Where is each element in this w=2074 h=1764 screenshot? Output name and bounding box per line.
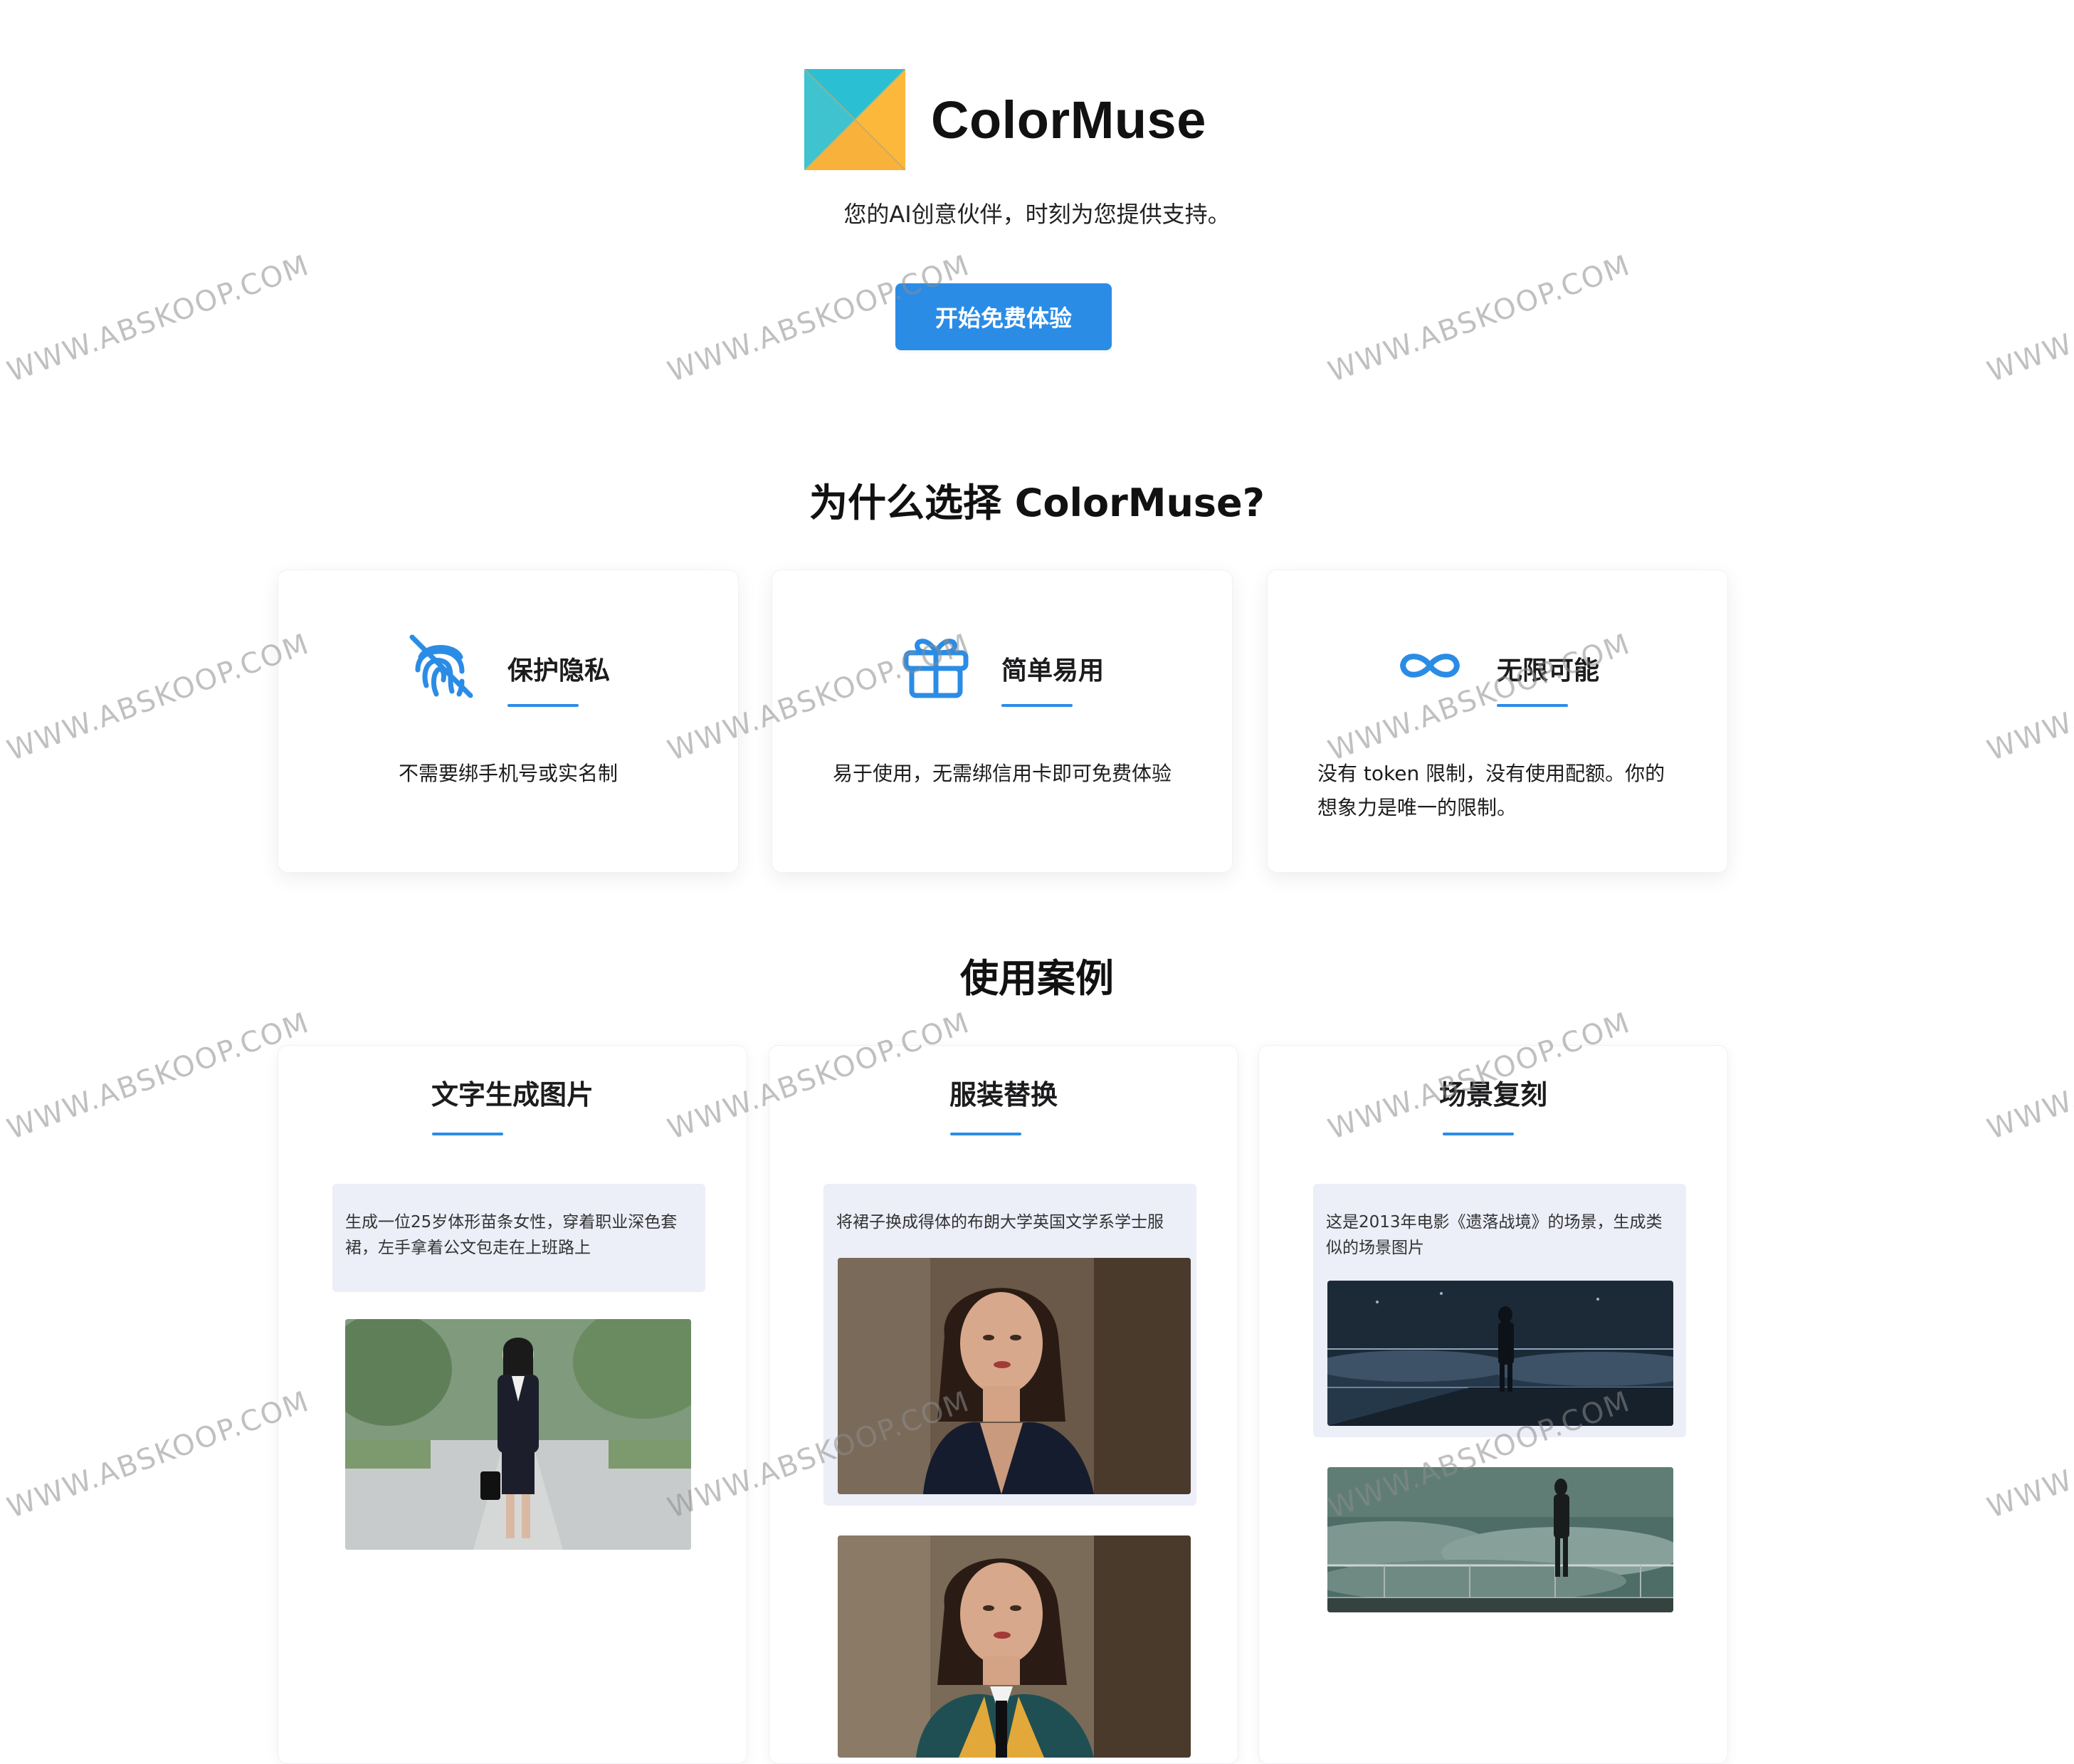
feature-description: 没有 token 限制，没有使用配额。你的想象力是唯一的限制。 — [1317, 762, 1665, 819]
feature-card-easy-to-use: 简单易用 易于使用，无需绑信用卡即可免费体验 — [772, 569, 1233, 873]
feature-description: 不需要绑手机号或实名制 — [398, 762, 618, 785]
case-card-outfit-swap: 服装替换 将裙子换成得体的布朗大学英国文学系学士服 — [769, 1045, 1238, 1764]
feature-underline — [1001, 704, 1073, 707]
feature-card-privacy: 保护隐私 不需要绑手机号或实名制 — [278, 569, 739, 873]
prompt-text: 生成一位25岁体形苗条女性，穿着职业深色套裙，左手拿着公文包走在上班路上 — [345, 1213, 678, 1257]
brand-name: ColorMuse — [931, 90, 1206, 149]
feature-description: 易于使用，无需绑信用卡即可免费体验 — [832, 762, 1172, 785]
infinity-icon — [1399, 653, 1460, 678]
watermark: WWW.ABSKOOP.COM — [3, 1385, 314, 1525]
hero-section: ColorMuse 您的AI创意伙伴，时刻为您提供支持。 开始免费体验 — [0, 0, 2074, 370]
gift-icon — [903, 639, 969, 698]
features-title: 为什么选择 ColorMuse? — [809, 481, 1265, 525]
case-card-scene-recreation: 场景复刻 这是2013年电影《遗落战境》的场景，生成类似的场景图片 — [1258, 1045, 1728, 1764]
case-title: 服装替换 — [949, 1079, 1058, 1111]
feature-underline — [507, 704, 579, 707]
original-image — [1327, 1281, 1673, 1426]
feature-label: 无限可能 — [1497, 656, 1600, 686]
result-image — [345, 1319, 691, 1550]
case-title: 文字生成图片 — [431, 1079, 594, 1111]
case-underline — [950, 1133, 1021, 1135]
result-image — [838, 1535, 1191, 1758]
case-card-text-to-image: 文字生成图片 生成一位25岁体形苗条女性，穿着职业深色套裙，左手拿着公文包走在上… — [278, 1045, 747, 1764]
case-underline — [1443, 1133, 1514, 1135]
tagline: 您的AI创意伙伴，时刻为您提供支持。 — [843, 201, 1231, 228]
watermark: WWW.ABSKOOP.COM — [3, 627, 314, 767]
feature-label: 保护隐私 — [507, 656, 611, 686]
watermark: WWW.ABSKOOP.COM — [1983, 1385, 2074, 1525]
start-free-trial-button[interactable]: 开始免费体验 — [895, 283, 1112, 350]
prompt-text: 这是2013年电影《遗落战境》的场景，生成类似的场景图片 — [1326, 1213, 1663, 1257]
watermark: WWW.ABSKOOP.COM — [1983, 627, 2074, 767]
result-image — [1327, 1467, 1673, 1612]
case-title: 场景复刻 — [1438, 1079, 1547, 1111]
feature-label: 简单易用 — [1001, 656, 1105, 686]
watermark: WWW.ABSKOOP.COM — [3, 1006, 314, 1146]
colormuse-logo-icon — [804, 69, 905, 170]
original-image — [838, 1258, 1191, 1494]
prompt-box: 生成一位25岁体形苗条女性，穿着职业深色套裙，左手拿着公文包走在上班路上 — [332, 1184, 705, 1292]
prompt-text: 将裙子换成得体的布朗大学英国文学系学士服 — [836, 1213, 1164, 1232]
brand: ColorMuse — [804, 68, 1206, 171]
use-cases-title: 使用案例 — [960, 956, 1114, 1001]
feature-card-unlimited: 无限可能 没有 token 限制，没有使用配额。你的想象力是唯一的限制。 — [1267, 569, 1728, 873]
feature-underline — [1497, 704, 1568, 707]
fingerprint-icon — [409, 634, 473, 698]
case-underline — [432, 1133, 503, 1135]
watermark: WWW.ABSKOOP.COM — [1983, 1006, 2074, 1146]
